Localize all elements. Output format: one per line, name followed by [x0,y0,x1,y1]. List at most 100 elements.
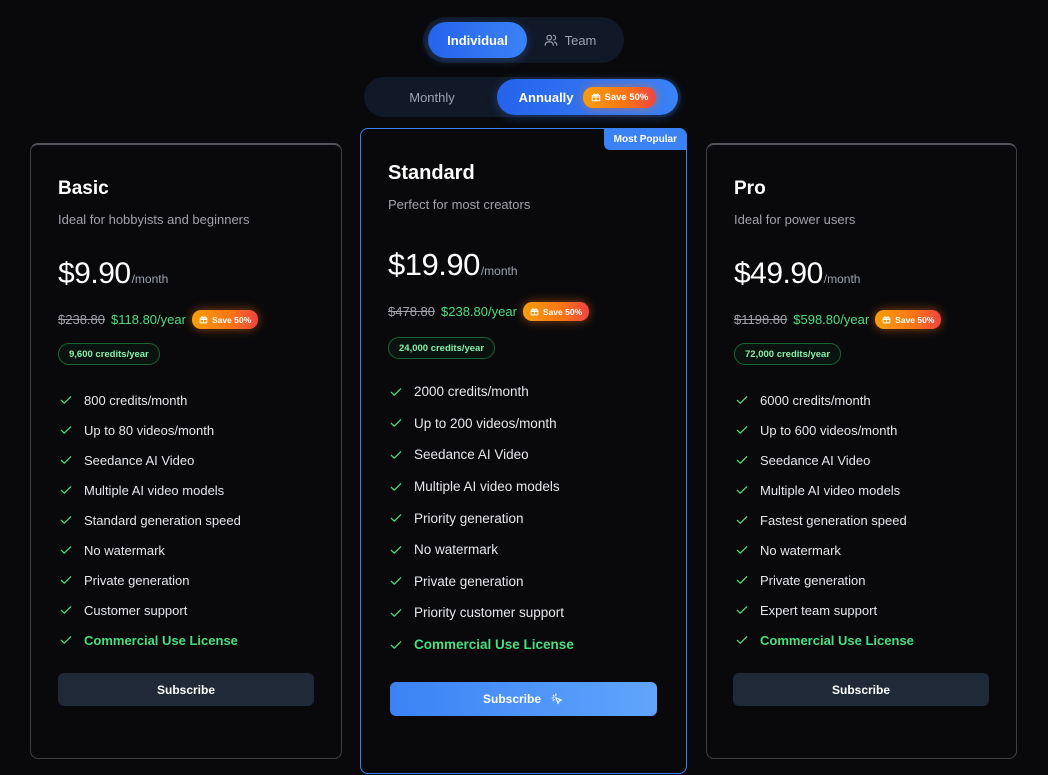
save-badge-label: Save 50% [604,91,649,103]
gift-icon [591,92,601,102]
monthly-toggle-button[interactable]: Monthly [367,79,497,115]
check-icon [58,542,74,558]
feature-item: Commercial Use License [58,625,314,655]
plan-description: Ideal for power users [734,212,856,227]
check-icon [58,632,74,648]
check-icon [734,422,750,438]
new-yearly-price: $238.80/year [441,304,517,319]
team-label: Team [564,32,597,48]
audience-toggle: Individual Team [423,17,624,63]
plan-description: Perfect for most creators [388,197,531,212]
plan-price: $9.90 [58,257,131,290]
save-badge: Save 50% [522,302,590,321]
feature-label: Expert team support [760,602,878,618]
check-icon [388,605,404,621]
feature-item: Seedance AI Video [58,445,314,475]
feature-item: Priority customer support [388,597,659,629]
check-icon [58,512,74,528]
feature-label: No watermark [760,542,841,558]
feature-label: No watermark [414,542,499,558]
billing-toggle: Monthly Annually Save 50% [364,77,681,117]
price-row: $19.90 /month [388,247,659,283]
individual-toggle-button[interactable]: Individual [428,22,527,58]
feature-label: Priority generation [414,510,524,526]
feature-label: Multiple AI video models [760,482,901,498]
feature-item: Up to 80 videos/month [58,415,314,445]
gift-icon [199,315,208,324]
pointer-click-icon [551,693,564,706]
feature-label: 800 credits/month [84,392,188,408]
feature-label: Commercial Use License [414,637,574,653]
new-yearly-price: $598.80/year [793,312,870,327]
subscribe-button[interactable]: Subscribe [58,673,314,706]
feature-item: 800 credits/month [58,385,314,415]
check-icon [734,542,750,558]
check-icon [734,512,750,528]
subscribe-label: Subscribe [482,692,542,706]
save-badge-label: Save 50% [542,306,583,317]
check-icon [58,482,74,498]
check-icon [58,572,74,588]
subscribe-button[interactable]: Subscribe [390,682,657,716]
plan-price: $49.90 [734,257,823,290]
feature-label: Up to 600 videos/month [760,422,898,438]
check-icon [734,452,750,468]
feature-item: 2000 credits/month [388,376,659,408]
most-popular-badge: Most Popular [603,128,687,150]
feature-item: Fastest generation speed [734,505,989,535]
feature-item: Commercial Use License [734,625,989,655]
check-icon [388,415,404,431]
feature-item: No watermark [388,534,659,566]
check-icon [58,422,74,438]
annually-toggle-button[interactable]: Annually Save 50% [497,79,678,115]
feature-label: Private generation [84,572,190,588]
feature-label: No watermark [84,542,165,558]
feature-label: Multiple AI video models [414,479,560,495]
feature-item: Customer support [58,595,314,625]
feature-label: Up to 80 videos/month [84,422,215,438]
save-badge: Save 50% [582,86,657,108]
check-icon [58,392,74,408]
yearly-price-row: $1198.80 $598.80/year Save 50% [734,310,989,329]
save-badge-label: Save 50% [895,314,935,325]
credits-badge: 9,600 credits/year [58,343,160,365]
check-icon [734,602,750,618]
feature-list: 800 credits/month Up to 80 videos/month Se… [58,385,314,655]
check-icon [734,482,750,498]
yearly-price-row: $478.80 $238.80/year Save 50% [388,302,659,321]
plan-name: Standard [388,162,475,184]
team-toggle-button[interactable]: Team [527,22,613,58]
check-icon [734,632,750,648]
gift-icon [530,307,539,316]
users-icon [544,33,558,47]
save-badge: Save 50% [191,310,259,329]
plan-card-basic: Basic Ideal for hobbyists and beginners … [30,143,342,759]
plan-card-standard: Most Popular Standard Perfect for most c… [360,128,687,774]
price-period: /month [131,272,169,286]
feature-item: Up to 600 videos/month [734,415,989,445]
feature-label: Private generation [760,572,866,588]
feature-label: Seedance AI Video [84,452,195,468]
new-yearly-price: $118.80/year [111,312,186,327]
feature-item: Priority generation [388,502,659,534]
feature-label: Commercial Use License [84,632,238,648]
feature-label: Seedance AI Video [414,447,529,463]
old-yearly-price: $1198.80 [734,312,788,327]
subscribe-button[interactable]: Subscribe [733,673,989,706]
annually-label: Annually [518,89,574,105]
feature-label: Commercial Use License [760,632,914,648]
check-icon [388,447,404,463]
save-badge-label: Save 50% [211,314,252,325]
check-icon [734,392,750,408]
credits-badge: 72,000 credits/year [734,343,842,365]
check-icon [388,384,404,400]
feature-item: 6000 credits/month [734,385,989,415]
plan-description: Ideal for hobbyists and beginners [58,212,250,227]
feature-label: Fastest generation speed [760,512,907,528]
check-icon [388,510,404,526]
feature-item: No watermark [734,535,989,565]
check-icon [734,572,750,588]
feature-label: 6000 credits/month [760,392,871,408]
plan-name: Pro [734,178,766,199]
check-icon [388,637,404,653]
